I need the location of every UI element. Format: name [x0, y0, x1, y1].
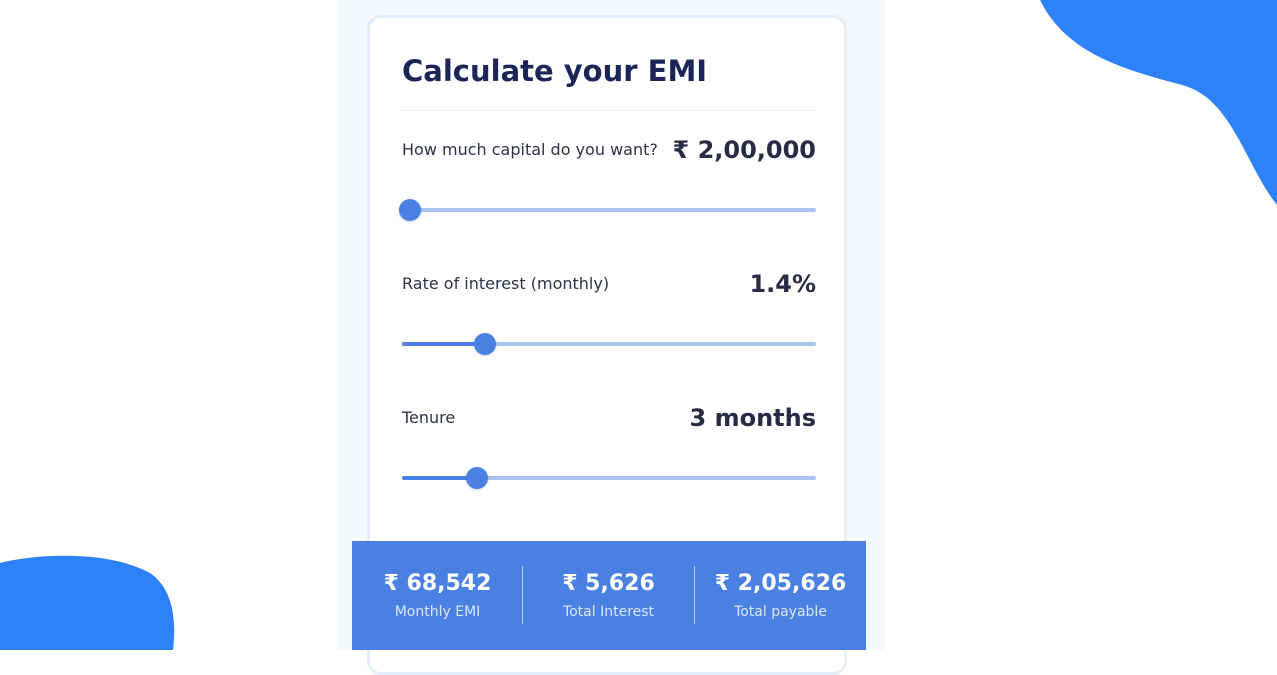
decorative-blob-top-right [1040, 0, 1277, 205]
interest-rate-slider[interactable] [402, 332, 816, 356]
capital-slider-track [402, 208, 816, 212]
tenure-slider-thumb[interactable] [465, 467, 488, 489]
interest-rate-slider-thumb[interactable] [473, 333, 496, 355]
capital-value: ₹ 2,00,000 [672, 136, 816, 164]
total-payable-amount: ₹ 2,05,626 [714, 571, 847, 596]
tenure-slider[interactable] [402, 466, 816, 490]
capital-field: How much capital do you want? ₹ 2,00,000 [399, 136, 816, 236]
monthly-emi-amount: ₹ 68,542 [383, 571, 492, 596]
tenure-field: Tenure 3 months [402, 404, 816, 504]
interest-rate-field: Rate of interest (monthly) 1.4% [402, 270, 816, 370]
total-interest-amount: ₹ 5,626 [562, 571, 655, 596]
interest-rate-value: 1.4% [749, 270, 816, 298]
interest-rate-slider-fill [402, 342, 485, 346]
capital-slider[interactable] [399, 198, 816, 222]
total-payable-label: Total payable [734, 604, 827, 620]
tenure-value: 3 months [689, 404, 816, 432]
interest-rate-label: Rate of interest (monthly) [402, 274, 610, 293]
decorative-blob-bottom-left [0, 555, 175, 650]
total-interest-result: ₹ 5,626 Total Interest [523, 541, 694, 650]
total-payable-result: ₹ 2,05,626 Total payable [695, 541, 866, 650]
title-divider [402, 110, 816, 111]
total-interest-label: Total Interest [562, 604, 655, 620]
capital-slider-thumb[interactable] [399, 199, 422, 221]
emi-results-bar: ₹ 68,542 Monthly EMI ₹ 5,626 Total Inter… [352, 541, 866, 650]
tenure-label: Tenure [402, 408, 456, 427]
calculator-title: Calculate your EMI [402, 54, 708, 88]
capital-label: How much capital do you want? [402, 140, 658, 159]
monthly-emi-result: ₹ 68,542 Monthly EMI [352, 541, 523, 650]
monthly-emi-label: Monthly EMI [394, 604, 481, 620]
